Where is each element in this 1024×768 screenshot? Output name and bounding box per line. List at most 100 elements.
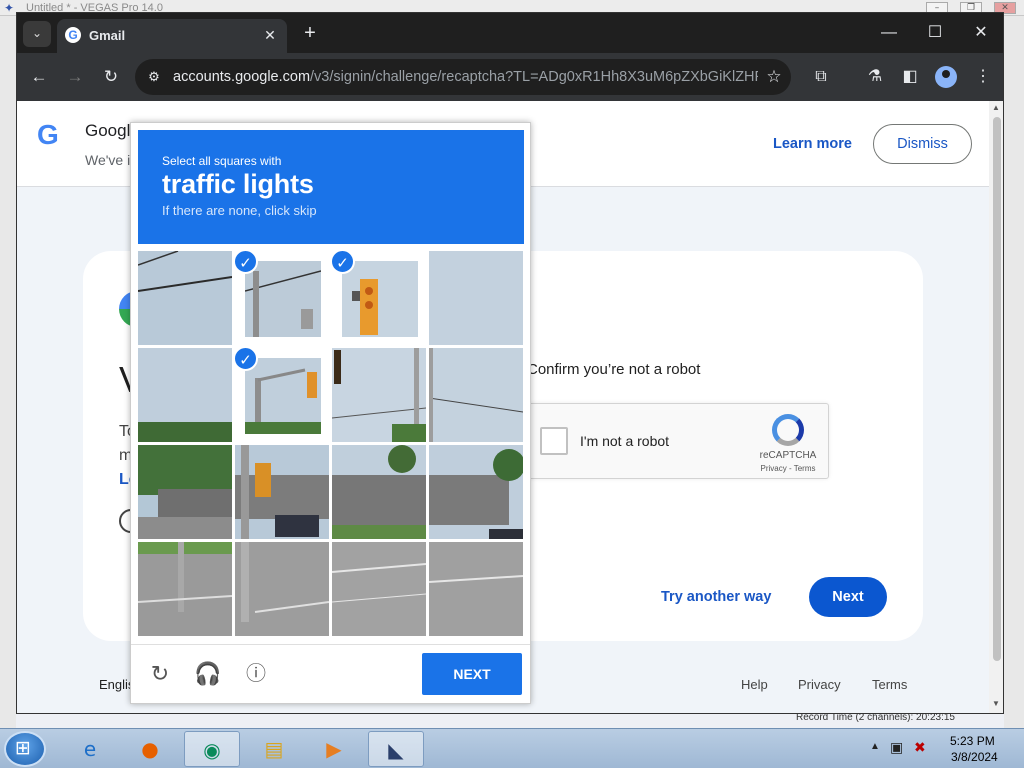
back-icon[interactable]: ← bbox=[27, 65, 51, 89]
url-path: /v3/signin/challenge/recaptcha?TL=ADg0xR… bbox=[310, 69, 758, 85]
captcha-divider bbox=[131, 644, 530, 645]
tab-gmail[interactable]: G Gmail ✕ bbox=[57, 19, 287, 53]
recaptcha-checkbox[interactable] bbox=[540, 427, 568, 455]
captcha-tile[interactable] bbox=[332, 445, 426, 539]
clock-time[interactable]: 5:23 PM bbox=[950, 734, 995, 748]
explorer-icon[interactable]: ▤ bbox=[246, 731, 302, 767]
captcha-tile[interactable] bbox=[332, 542, 426, 636]
reload-icon[interactable]: ↻ bbox=[99, 65, 123, 89]
url-host: accounts.google.com bbox=[173, 69, 311, 85]
side-panel-icon[interactable]: ◧ bbox=[898, 65, 922, 89]
google-logo-icon: G bbox=[37, 119, 59, 150]
tile-image bbox=[332, 348, 426, 442]
page-scrollbar[interactable]: ▲ ▼ bbox=[989, 101, 1003, 713]
labs-icon[interactable]: ⚗ bbox=[863, 65, 887, 89]
dismiss-button[interactable]: Dismiss bbox=[873, 124, 972, 164]
ie-icon[interactable]: e bbox=[62, 731, 118, 767]
captcha-tile[interactable] bbox=[429, 542, 523, 636]
minimize-icon[interactable]: — bbox=[877, 23, 901, 45]
firefox-icon[interactable]: ● bbox=[122, 731, 178, 767]
tab-search-icon[interactable]: ⌄ bbox=[23, 21, 51, 47]
tile-image bbox=[235, 542, 329, 636]
recaptcha-privacy-terms[interactable]: Privacy - Terms bbox=[748, 464, 828, 473]
extensions-icon[interactable]: ⧉ bbox=[809, 65, 833, 89]
captcha-tile[interactable] bbox=[235, 445, 329, 539]
tile-image bbox=[138, 251, 232, 345]
close-icon[interactable]: ✕ bbox=[261, 26, 279, 44]
captcha-tile[interactable] bbox=[138, 445, 232, 539]
terms-link[interactable]: Terms bbox=[872, 677, 907, 692]
site-info-icon[interactable]: ⚙ bbox=[145, 68, 163, 86]
tile-image bbox=[429, 251, 523, 345]
vegas-left-panel bbox=[0, 16, 16, 728]
confirm-robot-text: Confirm you’re not a robot bbox=[527, 361, 701, 378]
tile-image bbox=[429, 542, 523, 636]
media-player-icon[interactable]: ▶ bbox=[306, 731, 362, 767]
privacy-link[interactable]: Privacy bbox=[798, 677, 841, 692]
captcha-tile[interactable] bbox=[138, 348, 232, 442]
recaptcha-brand: reCAPTCHA bbox=[759, 450, 817, 461]
captcha-tile[interactable] bbox=[429, 445, 523, 539]
captcha-next-button[interactable]: NEXT bbox=[422, 653, 522, 695]
close-window-icon[interactable]: ✕ bbox=[969, 23, 993, 45]
network-icon[interactable]: ▣ bbox=[890, 739, 903, 756]
browser-toolbar: ← → ↻ ⚙ accounts.google.com/v3/signin/ch… bbox=[17, 53, 1003, 101]
profile-icon[interactable] bbox=[935, 66, 957, 88]
captcha-tile[interactable] bbox=[429, 251, 523, 345]
start-button[interactable] bbox=[4, 731, 46, 767]
forward-icon[interactable]: → bbox=[63, 65, 87, 89]
captcha-tile[interactable] bbox=[138, 542, 232, 636]
chrome-icon[interactable]: ◉ bbox=[184, 731, 240, 767]
tile-image bbox=[332, 445, 426, 539]
address-bar[interactable]: ⚙ accounts.google.com/v3/signin/challeng… bbox=[135, 59, 791, 95]
star-icon[interactable]: ☆ bbox=[763, 66, 785, 88]
clock-date[interactable]: 3/8/2024 bbox=[951, 750, 998, 764]
captcha-image-grid: ✓ ✓ ✓ bbox=[138, 251, 524, 637]
plus-icon[interactable]: + bbox=[299, 23, 321, 45]
tile-image bbox=[342, 261, 418, 337]
help-link[interactable]: Help bbox=[741, 677, 768, 692]
tile-image bbox=[245, 261, 321, 337]
captcha-challenge: Select all squares with traffic lights I… bbox=[130, 122, 531, 704]
captcha-tile[interactable] bbox=[332, 348, 426, 442]
taskbar: e ● ◉ ▤ ▶ ◣ ▲ ▣ ✖ 5:23 PM 3/8/2024 bbox=[0, 728, 1024, 768]
tray-arrow-icon[interactable]: ▲ bbox=[870, 741, 880, 752]
tile-image bbox=[235, 445, 329, 539]
captcha-tile[interactable]: ✓ bbox=[235, 348, 329, 442]
url-text[interactable]: accounts.google.com/v3/signin/challenge/… bbox=[173, 69, 758, 85]
recaptcha-logo-icon bbox=[772, 414, 804, 446]
captcha-tile[interactable] bbox=[138, 251, 232, 345]
vegas-right-panel bbox=[1004, 16, 1024, 728]
scroll-thumb[interactable] bbox=[993, 117, 1001, 661]
recaptcha-label: I'm not a robot bbox=[580, 433, 670, 449]
captcha-instruction: Select all squares with bbox=[162, 154, 282, 168]
tile-image bbox=[138, 445, 232, 539]
tile-image bbox=[245, 358, 321, 434]
tile-image bbox=[138, 542, 232, 636]
captcha-header: Select all squares with traffic lights I… bbox=[138, 130, 524, 244]
captcha-tile[interactable] bbox=[429, 348, 523, 442]
captcha-tile[interactable] bbox=[235, 542, 329, 636]
captcha-target: traffic lights bbox=[162, 169, 314, 199]
tile-image bbox=[138, 348, 232, 442]
more-icon[interactable]: ⋮ bbox=[971, 65, 995, 89]
scroll-up-icon[interactable]: ▲ bbox=[992, 103, 1000, 112]
info-icon[interactable]: ⓘ bbox=[242, 660, 270, 688]
captcha-tile[interactable]: ✓ bbox=[332, 251, 426, 345]
reload-icon[interactable]: ↻ bbox=[146, 660, 174, 688]
volume-muted-icon[interactable]: ✖ bbox=[914, 739, 926, 756]
tile-image bbox=[429, 348, 523, 442]
scroll-down-icon[interactable]: ▼ bbox=[992, 699, 1000, 708]
captcha-tile[interactable]: ✓ bbox=[235, 251, 329, 345]
learn-more-link[interactable]: Learn more bbox=[773, 136, 852, 152]
try-another-way-button[interactable]: Try another way bbox=[661, 589, 771, 605]
tab-strip: ⌄ G Gmail ✕ + — ☐ ✕ bbox=[17, 13, 1003, 53]
tile-image bbox=[332, 542, 426, 636]
vegas-icon[interactable]: ◣ bbox=[368, 731, 424, 767]
gmail-favicon: G bbox=[65, 27, 81, 43]
tab-title: Gmail bbox=[89, 28, 126, 43]
headphones-icon[interactable]: 🎧 bbox=[194, 660, 222, 688]
recaptcha-widget: I'm not a robot reCAPTCHA Privacy - Term… bbox=[527, 403, 829, 479]
next-button[interactable]: Next bbox=[809, 577, 887, 617]
maximize-icon[interactable]: ☐ bbox=[923, 23, 947, 45]
